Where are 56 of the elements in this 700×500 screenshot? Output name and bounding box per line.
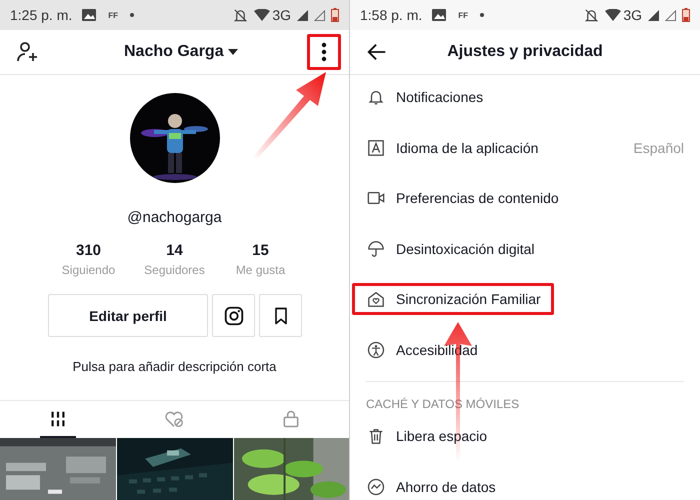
battery-icon: [331, 8, 339, 22]
notification-label: FF: [458, 10, 468, 20]
grid-icon: [49, 410, 68, 428]
wifi-icon: [254, 9, 270, 21]
stat-label: Seguidores: [144, 263, 205, 277]
bio-prompt[interactable]: Pulsa para añadir descripción corta: [72, 359, 276, 374]
stat-value: 14: [166, 242, 183, 259]
data-saver-icon: [367, 478, 385, 496]
letter-a-icon: [367, 138, 385, 157]
house-heart-icon: [367, 290, 385, 308]
settings-item[interactable]: Libera espacio: [352, 420, 500, 452]
dot-icon: [130, 13, 134, 17]
trash-icon: [367, 427, 385, 446]
status-time: 1:58 p. m.: [360, 7, 422, 23]
instagram-button[interactable]: [212, 294, 255, 337]
settings-item[interactable]: Preferencias de contenido: [352, 182, 572, 214]
battery-icon: [682, 8, 690, 22]
stat-label: Me gusta: [236, 263, 286, 277]
bell-icon: [367, 88, 385, 106]
settings-item[interactable]: Notificaciones: [352, 81, 496, 114]
settings-item[interactable]: Sincronización Familiar: [352, 283, 554, 316]
signal-icon: [314, 10, 325, 20]
screen-title: Ajustes y privacidad: [447, 43, 603, 61]
settings-item[interactable]: Idioma de la aplicación: [352, 132, 552, 164]
instagram-icon: [222, 304, 244, 326]
wifi-icon: [605, 9, 622, 21]
signal-icon: [648, 10, 659, 20]
accessibility-icon: [367, 340, 385, 359]
back-arrow-icon[interactable]: [366, 41, 388, 63]
caret-icon[interactable]: [228, 49, 238, 55]
stat-value: 310: [76, 242, 102, 259]
status-time: 1:25 p. m.: [10, 7, 72, 23]
settings-item[interactable]: Ahorro de datos: [352, 470, 509, 500]
muted-bell-icon: [233, 8, 248, 22]
notification-label: FF: [108, 10, 118, 20]
network-type: 3G: [623, 7, 642, 23]
stat-label: Siguiendo: [62, 263, 116, 277]
dot-icon: [480, 13, 484, 17]
umbrella-icon: [367, 240, 385, 258]
profile-name[interactable]: Nacho Garga: [124, 43, 224, 61]
more-icon: [321, 42, 327, 62]
image-notification-icon: [82, 9, 96, 21]
image-notification-icon: [432, 9, 446, 21]
add-user-icon[interactable]: [16, 40, 40, 64]
stat-value: 15: [252, 242, 269, 259]
lock-icon: [280, 408, 301, 428]
username: @nachogarga: [127, 209, 222, 226]
signal-icon: [665, 10, 676, 20]
more-menu-button[interactable]: [307, 34, 341, 70]
signal-icon: [297, 10, 308, 20]
edit-profile-button[interactable]: Editar perfil: [48, 294, 208, 337]
setting-value: Español: [633, 140, 684, 156]
muted-bell-icon: [584, 8, 600, 22]
network-type: 3G: [272, 7, 291, 23]
settings-item[interactable]: Desintoxicación digital: [352, 232, 548, 265]
bookmark-button[interactable]: [259, 294, 302, 337]
